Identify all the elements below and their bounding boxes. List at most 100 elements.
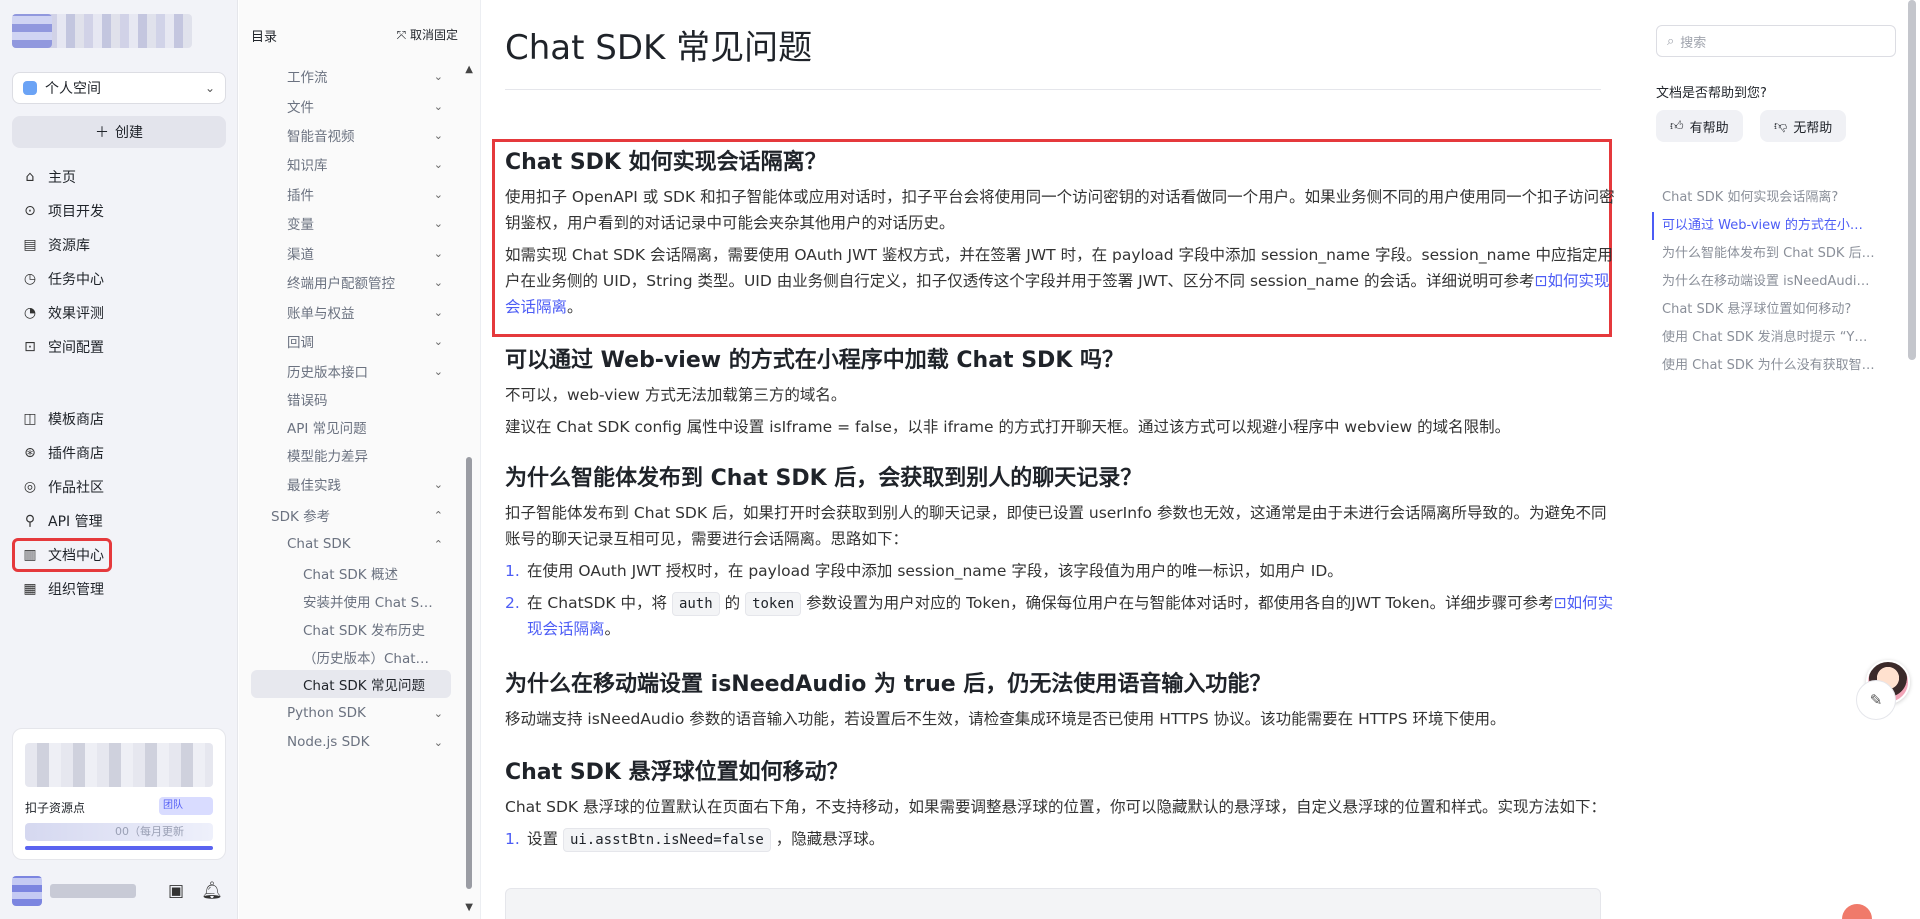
- toc-item[interactable]: 模型能力差异: [251, 441, 451, 469]
- template-icon: ◫: [23, 411, 37, 427]
- nav-item-org[interactable]: ▦ 组织管理: [12, 572, 226, 606]
- nav-item-plugin-store[interactable]: ⊛ 插件商店: [12, 436, 226, 470]
- edit-icon[interactable]: ✎: [1856, 680, 1896, 720]
- nav-item-home[interactable]: ⌂ 主页: [12, 160, 226, 194]
- unpin-button[interactable]: ⤧ 取消固定: [397, 26, 458, 43]
- nav-label: 作品社区: [48, 480, 104, 496]
- scroll-up-arrow[interactable]: ▲: [465, 64, 473, 75]
- nav-item-template-store[interactable]: ◫ 模板商店: [12, 402, 226, 436]
- toc-item[interactable]: 渠道 ⌄: [251, 239, 451, 267]
- nav-item-community[interactable]: ◎ 作品社区: [12, 470, 226, 504]
- paragraph: 建议在 Chat SDK config 属性中设置 isIframe = fal…: [505, 418, 1511, 436]
- user-name[interactable]: [50, 884, 136, 898]
- toc-item[interactable]: 插件 ⌄: [251, 180, 451, 208]
- toc-item[interactable]: 错误码: [251, 385, 451, 413]
- avatar[interactable]: [12, 876, 42, 906]
- resource-card[interactable]: 扣子资源点 团队 00（每月更新: [12, 728, 226, 860]
- chevron-up-icon: ⌃: [433, 537, 443, 551]
- nav-label: 主页: [48, 170, 76, 186]
- toc-item[interactable]: Chat SDK ⌃: [251, 530, 451, 558]
- list-item: 1. 设置 ui.asstBtn.isNeed=false ，隐藏悬浮球。: [505, 826, 1615, 852]
- toc-item-label: API 常见问题: [287, 421, 367, 437]
- nav-item-evaluation[interactable]: ◔ 效果评测: [12, 296, 226, 330]
- scroll-down-arrow[interactable]: ▼: [465, 902, 473, 913]
- divider: [505, 89, 1601, 90]
- toc-scrollbar[interactable]: [466, 457, 472, 889]
- toc-item[interactable]: 历史版本接口 ⌄: [251, 357, 451, 385]
- resource-card-header: [25, 743, 213, 787]
- chevron-down-icon: ⌄: [433, 275, 443, 289]
- toc-item[interactable]: API 常见问题: [251, 413, 451, 441]
- unhelpful-button[interactable]: 👎︎ 无帮助: [1760, 110, 1847, 142]
- nav-label: 组织管理: [48, 582, 104, 598]
- chevron-up-icon: ⌃: [433, 508, 443, 522]
- nav-item-project[interactable]: ⊙ 项目开发: [12, 194, 226, 228]
- doc-toc: 目录 ⤧ 取消固定 工作流 ⌄ 文件 ⌄ 智能音视频 ⌄ 知识库 ⌄ 插件 ⌄ 变量 ⌄ 渠道 ⌄ 终端用户…: [239, 0, 481, 919]
- toc-item-label: 错误码: [287, 393, 328, 409]
- toc-item-label: Node.js SDK: [287, 734, 370, 750]
- thumbs-down-icon: 👎︎: [1774, 118, 1788, 134]
- search-input[interactable]: ⌕ 搜索: [1656, 25, 1896, 57]
- toc-item[interactable]: 工作流 ⌄: [251, 62, 451, 90]
- toc-item[interactable]: Chat SDK 发布历史: [251, 615, 451, 643]
- helpful-label: 有帮助: [1689, 120, 1729, 136]
- workspace-logo[interactable]: [12, 14, 192, 48]
- page-anchors: Chat SDK 如何实现会话隔离? 可以通过 Web-view 的方式在小… 为什…: [1652, 184, 1882, 380]
- toc-item[interactable]: Chat SDK 常见问题: [251, 670, 451, 698]
- page-anchor-link[interactable]: 为什么在移动端设置 isNeedAudi…: [1652, 268, 1882, 296]
- chevron-down-icon: ⌄: [433, 216, 443, 230]
- chevron-down-icon: ⌄: [433, 305, 443, 319]
- toc-item-label: SDK 参考: [271, 509, 331, 525]
- toc-item[interactable]: 安装并使用 Chat S…: [251, 587, 451, 615]
- nav-item-space-config[interactable]: ⊡ 空间配置: [12, 330, 226, 364]
- config-icon: ⊡: [24, 339, 36, 355]
- space-selector[interactable]: 个人空间 ⌄: [12, 72, 226, 104]
- feedback-question: 文档是否帮助到您?: [1656, 86, 1767, 101]
- list-item: 2. 在 ChatSDK 中，将 auth 的 token 参数设置为用户对应的 …: [505, 590, 1615, 642]
- toc-item[interactable]: Python SDK ⌄: [251, 699, 451, 727]
- toc-item[interactable]: （历史版本）Chat…: [251, 643, 451, 671]
- page-anchor-link[interactable]: Chat SDK 悬浮球位置如何移动?: [1652, 296, 1882, 324]
- toc-item-label: 终端用户配额管控: [287, 276, 395, 292]
- page-anchor-link[interactable]: 为什么智能体发布到 Chat SDK 后…: [1652, 240, 1882, 268]
- helpful-button[interactable]: 👍︎ 有帮助: [1656, 110, 1743, 142]
- resource-progress-bar: [25, 846, 213, 850]
- nav-item-tasks[interactable]: ◷ 任务中心: [12, 262, 226, 296]
- section-heading: 为什么智能体发布到 Chat SDK 后，会获取到别人的聊天记录？: [505, 466, 1143, 491]
- page-anchor-link[interactable]: 使用 Chat SDK 发消息时提示 “Y…: [1652, 324, 1882, 352]
- paragraph-text: 如需实现 Chat SDK 会话隔离，需要使用 OAuth JWT 鉴权方式，并…: [505, 246, 1614, 290]
- unpin-label: 取消固定: [409, 28, 458, 42]
- toc-item-label: 回调: [287, 335, 314, 351]
- inline-code: ui.asstBtn.isNeed=false: [562, 828, 771, 852]
- nav-item-api[interactable]: ⚲ API 管理: [12, 504, 226, 538]
- nav-item-docs[interactable]: ▥ 文档中心: [12, 538, 112, 572]
- toc-item[interactable]: Chat SDK 概述: [251, 559, 451, 587]
- create-label: 创建: [115, 125, 143, 141]
- create-button[interactable]: ＋ 创建: [12, 116, 226, 148]
- toc-item[interactable]: SDK 参考 ⌃: [251, 501, 451, 529]
- nav-item-library[interactable]: ▤ 资源库: [12, 228, 226, 262]
- page-anchor-link[interactable]: 使用 Chat SDK 为什么没有获取智…: [1652, 352, 1882, 380]
- qrcode-icon[interactable]: ▣: [162, 881, 190, 901]
- toc-item[interactable]: 知识库 ⌄: [251, 150, 451, 178]
- nav-label: 资源库: [48, 238, 90, 254]
- toc-item[interactable]: 账单与权益 ⌄: [251, 298, 451, 326]
- team-badge: 团队: [159, 797, 213, 815]
- toc-item[interactable]: 终端用户配额管控 ⌄: [251, 268, 451, 296]
- section-session-isolation: Chat SDK 如何实现会话隔离？ 使用扣子 OpenAPI 或 SDK 和扣…: [505, 148, 1615, 320]
- toc-item[interactable]: 最佳实践 ⌄: [251, 470, 451, 498]
- page-title: Chat SDK 常见问题: [505, 28, 813, 68]
- toc-item[interactable]: 回调 ⌄: [251, 327, 451, 355]
- page-scrollbar[interactable]: [1908, 0, 1916, 360]
- bell-icon[interactable]: 🔔︎: [198, 881, 226, 901]
- paragraph-end: 。: [567, 298, 583, 316]
- page-anchor-link[interactable]: 可以通过 Web-view 的方式在小…: [1652, 212, 1882, 240]
- toc-item[interactable]: 智能音视频 ⌄: [251, 121, 451, 149]
- toc-item[interactable]: 文件 ⌄: [251, 92, 451, 120]
- toc-item-label: 最佳实践: [287, 478, 341, 494]
- toc-item[interactable]: Node.js SDK ⌄: [251, 728, 451, 756]
- toc-item-label: 变量: [287, 217, 314, 233]
- chevron-down-icon: ⌄: [433, 99, 443, 113]
- page-anchor-link[interactable]: Chat SDK 如何实现会话隔离?: [1652, 184, 1882, 212]
- toc-item[interactable]: 变量 ⌄: [251, 209, 451, 237]
